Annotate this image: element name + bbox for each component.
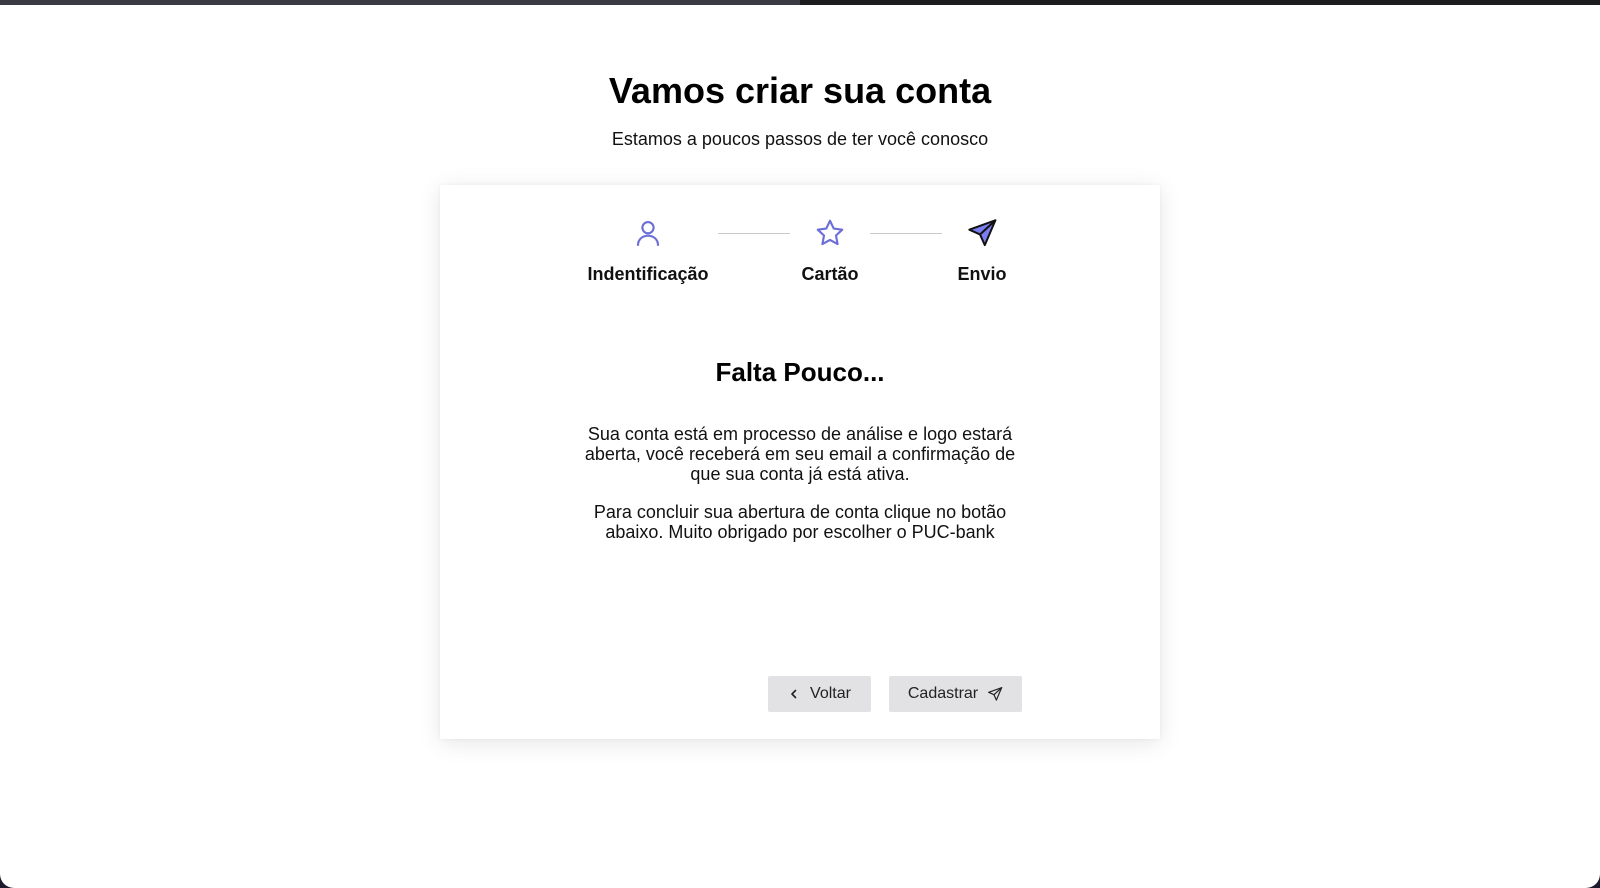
app-window: Vamos criar sua conta Estamos a poucos p… [0, 0, 1600, 888]
submit-button[interactable]: Cadastrar [889, 676, 1022, 712]
signup-card: Indentificação Cartão Envio Falta Pouco.… [440, 185, 1160, 739]
section-title: Falta Pouco... [715, 357, 885, 387]
top-progress-bar [0, 0, 1600, 5]
send-icon [987, 686, 1003, 702]
chevron-left-icon [788, 688, 800, 700]
step-label: Envio [957, 264, 1007, 284]
back-button[interactable]: Voltar [768, 676, 871, 712]
page-subtitle: Estamos a poucos passos de ter você cono… [611, 129, 989, 149]
star-icon [816, 219, 844, 246]
status-message: Sua conta está em processo de análise e … [584, 424, 1016, 484]
submit-button-label: Cadastrar [907, 685, 979, 702]
step-identification[interactable]: Indentificação [558, 217, 738, 285]
send-icon [968, 219, 997, 247]
back-button-label: Voltar [810, 685, 851, 702]
step-label: Indentificação [587, 264, 709, 284]
page-title: Vamos criar sua conta [608, 70, 992, 111]
top-progress-fill [0, 0, 800, 5]
instruction-message: Para concluir sua abertura de conta cliq… [593, 502, 1007, 542]
step-send[interactable]: Envio [892, 217, 1072, 285]
user-icon [636, 221, 660, 247]
